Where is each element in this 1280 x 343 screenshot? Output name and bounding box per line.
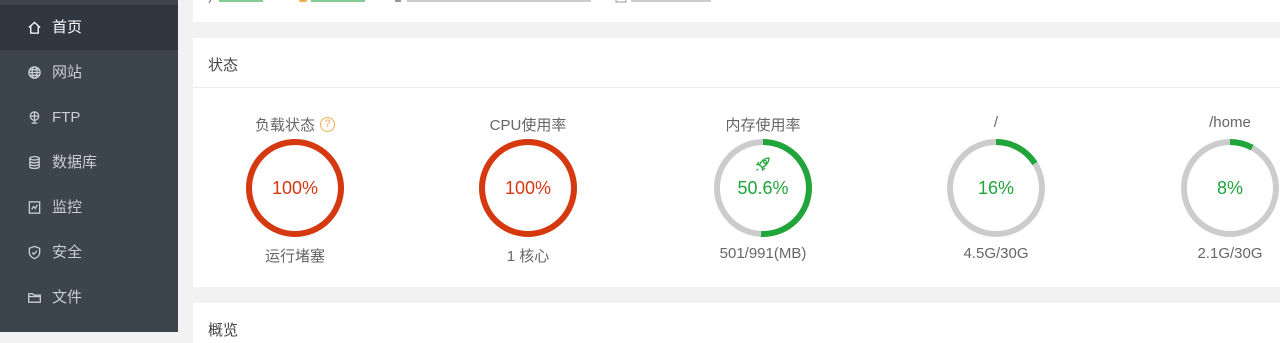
gauge-subtitle: 2.1G/30G	[1197, 245, 1263, 262]
panel-divider	[193, 87, 1280, 88]
gauge-value: 100%	[271, 177, 319, 198]
gauge-value: 50.6%	[737, 177, 789, 198]
sidebar-item-label: 文件	[52, 289, 83, 306]
gauge-subtitle: 运行堵塞	[264, 248, 325, 265]
gauge-title-text: 负载状态	[254, 117, 315, 134]
sidebar: 首页 网站 FTP 数据库 监控 安全 文件	[0, 0, 178, 332]
gauge-subtitle: 4.5G/30G	[963, 245, 1029, 262]
gauge-title: 内存使用率	[725, 117, 801, 134]
sidebar-item-security[interactable]: 安全	[0, 230, 178, 275]
sidebar-item-home[interactable]: 首页	[0, 5, 178, 50]
gauge-subtitle: 1 核心	[506, 248, 550, 265]
monitor-icon	[24, 198, 44, 218]
system-info-fragments	[208, 0, 711, 4]
globe-icon	[24, 63, 44, 83]
sidebar-item-database[interactable]: 数据库	[0, 140, 178, 185]
gauge-value: 100%	[504, 177, 552, 198]
gauge-title: CPU使用率	[489, 117, 567, 134]
help-icon[interactable]: ?	[320, 117, 335, 132]
sidebar-item-label: 监控	[52, 199, 83, 216]
home-icon	[24, 18, 44, 38]
sidebar-item-label: 网站	[52, 64, 83, 81]
sidebar-item-label: 首页	[52, 19, 83, 36]
gauge-load[interactable]: 负载状态 ? 100% 运行堵塞	[205, 114, 385, 265]
gauge-memory[interactable]: 内存使用率 50.6% 501/991(MB)	[673, 114, 853, 264]
gauge-title: 负载状态 ?	[205, 114, 385, 135]
gauge-value: 8%	[1216, 177, 1243, 198]
folder-icon	[24, 288, 44, 308]
sidebar-item-monitor[interactable]: 监控	[0, 185, 178, 230]
shield-icon	[24, 243, 44, 263]
overview-panel: 概览	[193, 303, 1280, 343]
sidebar-item-label: FTP	[52, 109, 81, 126]
ftp-icon	[24, 108, 44, 128]
system-info-bar	[193, 0, 1280, 22]
gauge-cpu[interactable]: CPU使用率 100% 1 核心	[438, 114, 618, 265]
status-panel-title: 状态	[208, 57, 239, 74]
gauge-value: 16%	[977, 177, 1015, 198]
gauge-subtitle: 501/991(MB)	[719, 245, 807, 262]
sidebar-item-ftp[interactable]: FTP	[0, 95, 178, 140]
status-panel: 状态 负载状态 ? 100% 运行堵塞 CPU使用率 100% 1 核心 内存使…	[193, 38, 1280, 287]
gauge-title: /	[993, 114, 999, 131]
sidebar-item-files[interactable]: 文件	[0, 275, 178, 320]
database-icon	[24, 153, 44, 173]
gauge-disk-root[interactable]: / 16% 4.5G/30G	[906, 114, 1086, 264]
overview-panel-title: 概览	[208, 322, 239, 339]
sidebar-item-website[interactable]: 网站	[0, 50, 178, 95]
sidebar-item-label: 安全	[52, 244, 83, 261]
sidebar-item-label: 数据库	[52, 154, 98, 171]
gauge-title: /home	[1209, 114, 1251, 131]
gauge-disk-home[interactable]: /home 8% 2.1G/30G	[1140, 114, 1280, 264]
